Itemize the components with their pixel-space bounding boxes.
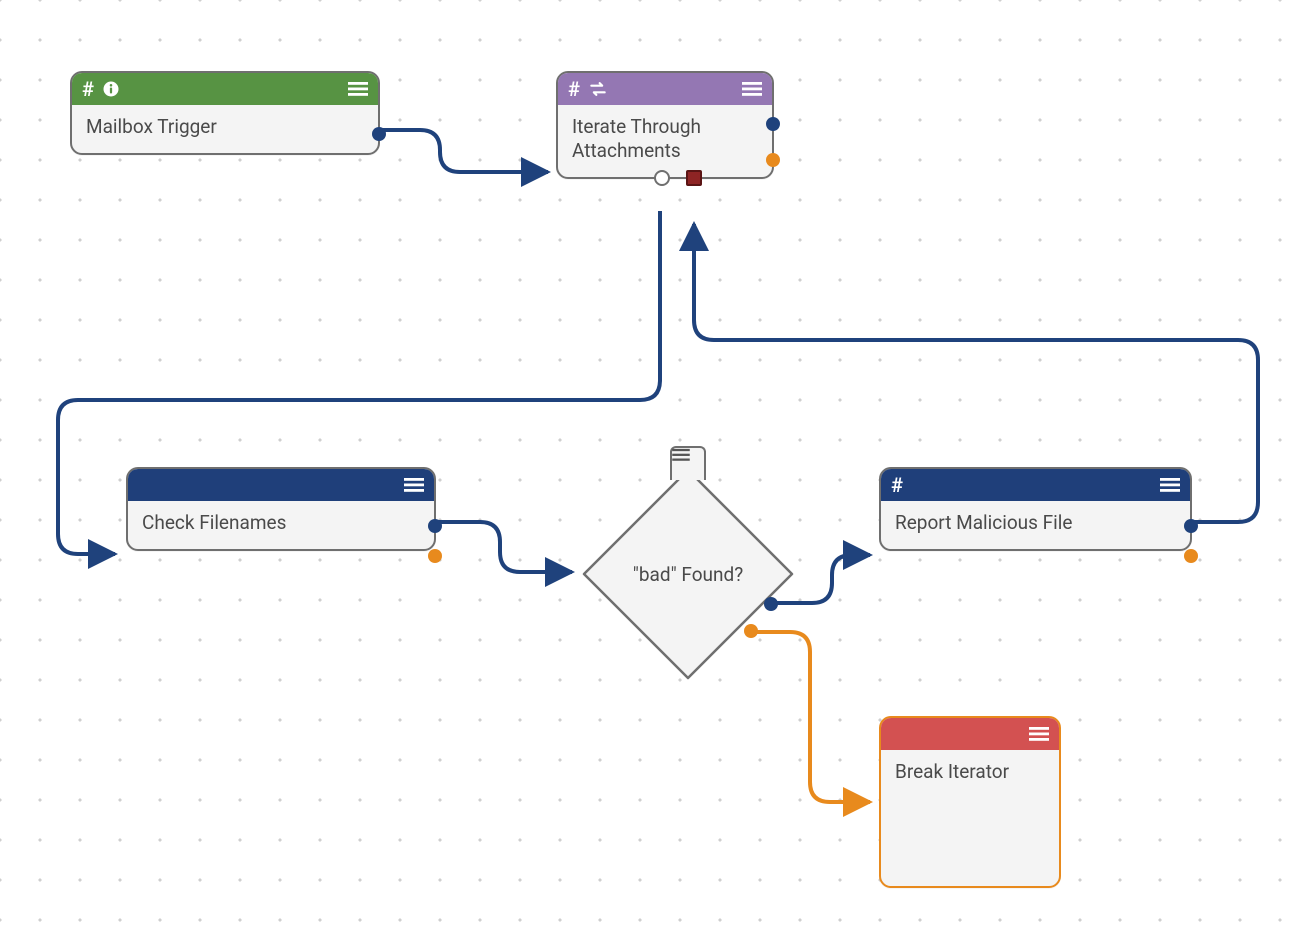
output-port[interactable] bbox=[372, 127, 386, 141]
node-mailbox-trigger[interactable]: # Mailbox Trigger bbox=[70, 71, 380, 155]
node-decision-bad-found[interactable]: "bad" Found? bbox=[578, 464, 798, 684]
output-port[interactable] bbox=[1184, 519, 1198, 533]
node-break-iterator[interactable]: Break Iterator bbox=[879, 716, 1061, 888]
node-header[interactable] bbox=[128, 469, 434, 501]
hash-icon: # bbox=[568, 77, 580, 101]
node-header[interactable] bbox=[881, 718, 1059, 750]
menu-icon[interactable] bbox=[1029, 726, 1049, 742]
decision-true-port[interactable] bbox=[764, 597, 778, 611]
node-title: Iterate Through Attachments bbox=[558, 105, 772, 177]
decision-false-port[interactable] bbox=[744, 624, 758, 638]
output-port-main[interactable] bbox=[766, 117, 780, 131]
menu-icon[interactable] bbox=[1160, 477, 1180, 493]
loop-in-port[interactable] bbox=[686, 170, 702, 186]
output-port[interactable] bbox=[428, 519, 442, 533]
node-title: Break Iterator bbox=[881, 750, 1059, 886]
edge-check-to-decision bbox=[430, 522, 572, 572]
loop-out-port[interactable] bbox=[654, 170, 670, 186]
decision-menu-tab[interactable] bbox=[670, 446, 706, 480]
node-title: Mailbox Trigger bbox=[72, 105, 378, 153]
node-report-malicious[interactable]: # Report Malicious File bbox=[879, 467, 1192, 551]
info-icon bbox=[102, 80, 120, 98]
node-iterate-attachments[interactable]: # Iterate Through Attachments bbox=[556, 71, 774, 179]
node-header[interactable]: # bbox=[881, 469, 1190, 501]
node-title: Report Malicious File bbox=[881, 501, 1190, 549]
hash-icon: # bbox=[82, 77, 94, 101]
loop-icon bbox=[588, 81, 608, 97]
menu-icon[interactable] bbox=[742, 81, 762, 97]
decision-label: "bad" Found? bbox=[633, 563, 743, 586]
error-port[interactable] bbox=[1184, 549, 1198, 563]
edge-mailbox-to-iterate bbox=[376, 130, 548, 172]
node-title: Check Filenames bbox=[128, 501, 434, 549]
menu-icon[interactable] bbox=[404, 477, 424, 493]
node-check-filenames[interactable]: Check Filenames bbox=[126, 467, 436, 551]
error-port[interactable] bbox=[428, 549, 442, 563]
menu-icon[interactable] bbox=[348, 81, 368, 97]
node-header[interactable]: # bbox=[72, 73, 378, 105]
hash-icon: # bbox=[891, 473, 903, 497]
node-header[interactable]: # bbox=[558, 73, 772, 105]
output-port-secondary[interactable] bbox=[766, 153, 780, 167]
